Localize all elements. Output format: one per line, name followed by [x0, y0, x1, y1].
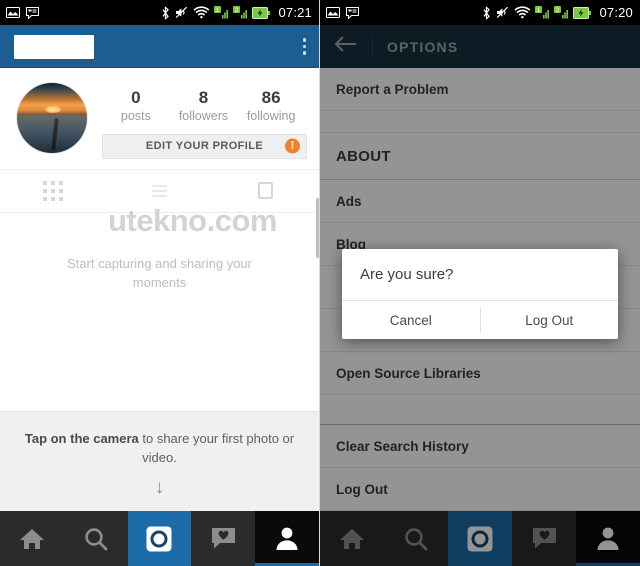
camera-hint-banner: Tap on the camera to share your first ph… [0, 411, 319, 511]
list-icon [151, 184, 167, 197]
camera-hint-text: Tap on the camera to share your first ph… [20, 430, 299, 468]
bluetooth-icon [161, 5, 170, 20]
status-bar-system-icons: 1 2 07:21 [161, 5, 312, 20]
mute-icon [496, 6, 509, 19]
overflow-menu-button[interactable] [302, 38, 310, 55]
down-arrow-icon: ↓ [154, 477, 165, 498]
nav-camera[interactable] [127, 511, 192, 566]
edit-your-profile-button[interactable]: EDIT YOUR PROFILE ! [102, 133, 307, 159]
stat-value: 86 [261, 88, 281, 107]
stat-value: 0 [131, 88, 141, 107]
dot [302, 44, 306, 49]
battery-charging-icon [573, 6, 592, 19]
tab-list-view[interactable] [106, 184, 212, 197]
tab-grid-view[interactable] [0, 180, 106, 201]
scrollbar-thumb[interactable] [316, 198, 319, 258]
edit-profile-label: EDIT YOUR PROFILE [145, 140, 264, 153]
dialog-logout-label: Log Out [525, 312, 574, 328]
nav-activity[interactable] [191, 511, 256, 566]
tab-photos-of-you[interactable] [213, 182, 319, 200]
mute-icon [175, 6, 188, 19]
status-bar-clock: 07:21 [278, 5, 312, 20]
dot [302, 38, 306, 42]
person-icon [276, 527, 298, 550]
status-bar-notifications [326, 6, 359, 20]
search-icon [84, 527, 108, 550]
wifi-icon [514, 6, 531, 19]
battery-charging-icon [252, 6, 271, 19]
status-bar: 1 2 07:20 [320, 0, 640, 25]
bluetooth-icon [482, 5, 491, 20]
stat-followers[interactable]: 8 followers [174, 88, 232, 124]
dialog-logout-button[interactable]: Log Out [481, 301, 619, 339]
signal-sim1-icon: 1 [535, 6, 550, 19]
camera-icon [146, 526, 172, 551]
warning-badge-icon: ! [285, 138, 300, 154]
wifi-icon [193, 6, 210, 19]
stat-following[interactable]: 86 following [242, 88, 300, 124]
avatar[interactable] [16, 82, 88, 154]
stat-value: 8 [198, 88, 209, 107]
image-icon [326, 7, 340, 18]
edit-profile-row: EDIT YOUR PROFILE ! [102, 133, 307, 159]
stat-label: followers [178, 108, 229, 123]
signal-sim2-icon: 2 [233, 6, 248, 19]
status-bar-clock: 07:20 [599, 5, 633, 20]
profile-stats: 0 posts 8 followers 86 following [102, 82, 307, 124]
bottom-nav-left [0, 511, 319, 566]
nav-home[interactable] [0, 511, 64, 566]
status-bar-notifications [6, 6, 39, 20]
screenshot-root: 1 2 07:21 0 posts 8 followers 86 followi… [0, 0, 640, 566]
empty-state: Start capturing and sharing your moments [0, 212, 319, 412]
left-screen-profile: 1 2 07:21 0 posts 8 followers 86 followi… [0, 0, 320, 566]
dot [302, 51, 306, 55]
nav-profile[interactable] [255, 511, 319, 566]
tag-icon [258, 182, 274, 200]
profile-appbar [0, 25, 319, 68]
sms-icon [26, 6, 39, 20]
avatar-sun [45, 106, 61, 113]
dialog-title-area: Are you sure? [342, 249, 618, 301]
username-redacted-box [14, 34, 94, 59]
logout-confirm-dialog: Are you sure? Cancel Log Out [342, 249, 618, 339]
profile-header: 0 posts 8 followers 86 following EDIT YO… [0, 68, 319, 169]
dialog-cancel-label: Cancel [389, 312, 432, 328]
grid-icon [43, 180, 64, 201]
profile-stats-area: 0 posts 8 followers 86 following EDIT YO… [88, 82, 307, 159]
stat-label: following [246, 108, 296, 123]
signal-sim1-icon: 1 [214, 6, 229, 19]
status-bar: 1 2 07:21 [0, 0, 319, 25]
heart-icon [211, 528, 235, 549]
image-icon [6, 7, 20, 18]
stat-posts[interactable]: 0 posts [107, 88, 165, 124]
dialog-title: Are you sure? [360, 266, 454, 283]
home-icon [19, 528, 44, 549]
sms-icon [346, 6, 359, 20]
right-screen-options: 1 2 07:20 OPTIONS Report a Problem ABOUT… [320, 0, 640, 566]
empty-state-text: Start capturing and sharing your moments [67, 255, 252, 290]
camera-hint-rest: to share your first photo or video. [138, 431, 295, 466]
camera-hint-bold: Tap on the camera [24, 431, 139, 447]
stat-label: posts [120, 108, 151, 123]
status-bar-system-icons: 1 2 07:20 [482, 5, 633, 20]
signal-sim2-icon: 2 [554, 6, 569, 19]
dialog-cancel-button[interactable]: Cancel [342, 301, 480, 339]
profile-view-tabs [0, 168, 319, 213]
dialog-buttons: Cancel Log Out [342, 301, 618, 339]
nav-search[interactable] [63, 511, 128, 566]
